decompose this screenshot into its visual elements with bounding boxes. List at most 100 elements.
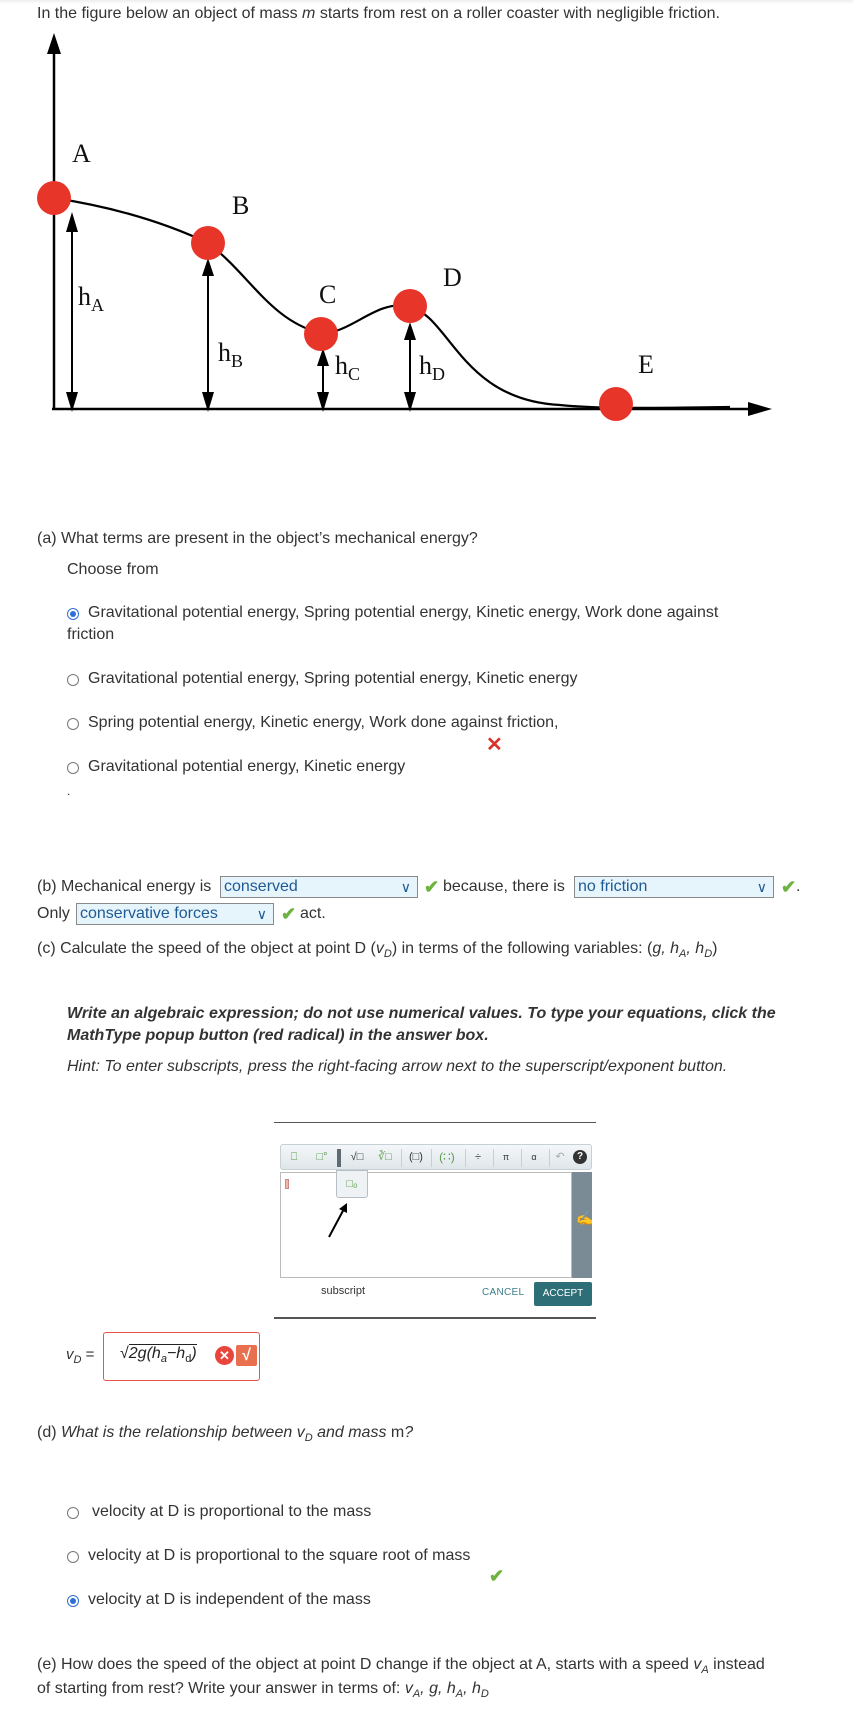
handwriting-toggle[interactable]: ✍	[572, 1172, 594, 1278]
chevron-down-icon: ∨	[256, 906, 267, 922]
x-axis-arrowhead	[748, 402, 772, 416]
pointer-arrow	[328, 1203, 347, 1238]
track-curve	[53, 196, 731, 409]
part-d-option-3-label[interactable]: velocity at D is independent of the mass	[88, 1591, 371, 1609]
part-c-vars: g, hA, hD	[652, 940, 713, 961]
part-d-option-3-radio[interactable]	[67, 1595, 79, 1607]
mass-var: m	[390, 1424, 405, 1441]
subscript-arrow-toggle[interactable]	[337, 1149, 341, 1167]
part-a-option-4-label[interactable]: Gravitational potential energy, Kinetic …	[88, 758, 405, 776]
part-d-question: (d) What is the relationship between vD …	[37, 1424, 413, 1444]
part-c-text-2: ) in terms of the following variables: (	[391, 940, 653, 957]
vd-answer-equals: =	[81, 1346, 95, 1363]
part-b-prefix: (b) Mechanical energy is	[37, 878, 212, 895]
part-a-option-2-label[interactable]: Gravitational potential energy, Spring p…	[88, 670, 577, 688]
mathtype-editor: ⎕ □° √□ ∛□ (□) (∷) ÷ π α ↶ ? subscript □…	[274, 1122, 596, 1319]
part-d-option-2-radio[interactable]	[67, 1551, 79, 1563]
label-c: C	[319, 280, 336, 309]
part-c-question: (c) Calculate the speed of the object at…	[37, 940, 718, 961]
part-e-vars: vA, g, hA, hD	[404, 1680, 489, 1701]
correct-check-icon: ✔	[489, 1566, 505, 1586]
part-e-question-line1: (e) How does the speed of the object at …	[37, 1656, 765, 1676]
vd-var: v	[375, 940, 384, 957]
cancel-button[interactable]: CANCEL	[482, 1287, 524, 1298]
chevron-down-icon: ∨	[400, 879, 411, 895]
part-b-middle: because, there is	[443, 878, 565, 895]
divider	[274, 1317, 596, 1319]
square-root-icon[interactable]: √□	[347, 1148, 367, 1166]
part-a-option-3-label[interactable]: Spring potential energy, Kinetic energy,…	[88, 714, 558, 732]
nth-root-icon[interactable]: ∛□	[375, 1148, 395, 1166]
part-a-option-2-radio[interactable]	[67, 674, 79, 686]
vd-sub: D	[304, 1432, 313, 1445]
ball-e	[599, 387, 633, 421]
vd-answer-expression: √2g(ha−hd)	[120, 1344, 197, 1366]
correct-check-icon: ✔	[424, 877, 440, 897]
forces-select[interactable]: conservative forces ∨	[76, 903, 274, 925]
part-b-period: .	[796, 878, 801, 895]
vd-answer-label: vD =	[66, 1346, 94, 1366]
y-axis-arrowhead	[47, 33, 61, 54]
label-a: A	[72, 139, 91, 168]
energy-status-select[interactable]: conserved ∨	[220, 876, 418, 898]
mathtype-radical-button[interactable]: √	[236, 1345, 257, 1366]
problem-intro: In the figure below an object of mass m …	[37, 5, 720, 23]
subscript-button[interactable]: □₀	[336, 1170, 368, 1198]
part-a-option-3-radio[interactable]	[67, 718, 79, 730]
part-a-option-1-label[interactable]: Gravitational potential energy, Spring p…	[88, 604, 718, 622]
part-d-option-2-label[interactable]: velocity at D is proportional to the squ…	[88, 1547, 470, 1565]
ball-d	[393, 289, 427, 323]
superscript-icon[interactable]: □°	[315, 1148, 329, 1166]
plus-minus-icon[interactable]: ÷	[471, 1148, 485, 1166]
help-icon[interactable]: ?	[573, 1150, 587, 1164]
label-hb: hB	[218, 338, 243, 371]
mathtype-input-area[interactable]: subscript	[280, 1172, 572, 1297]
subscript-annotation: subscript	[321, 1285, 366, 1297]
part-d-text-2: and mass	[312, 1424, 391, 1441]
vd-answer-var: v	[66, 1346, 74, 1363]
label-hc: hC	[335, 351, 360, 384]
vd-sub: D	[383, 948, 392, 961]
handwriting-icon: ✍	[576, 1210, 594, 1226]
intro-text-2: starts from rest on a roller coaster wit…	[315, 5, 720, 22]
part-a-option-1-label-cont[interactable]: friction	[67, 626, 114, 644]
part-c-instruction: Write an algebraic expression; do not us…	[67, 1005, 776, 1044]
ball-a	[37, 181, 71, 215]
reason-value: no friction	[578, 878, 648, 895]
fraction-icon[interactable]: ⎕	[287, 1148, 301, 1166]
roller-coaster-figure: A B C D E hA hB hC hD	[37, 33, 772, 421]
part-d-option-1-label[interactable]: velocity at D is proportional to the mas…	[92, 1503, 371, 1521]
label-b: B	[232, 191, 249, 220]
vd-var: v	[296, 1424, 305, 1441]
mathtype-toolbar: ⎕ □° √□ ∛□ (□) (∷) ÷ π α ↶ ?	[280, 1144, 592, 1170]
part-a-choose-from: Choose from	[67, 561, 159, 578]
part-a-option-1-radio[interactable]	[67, 608, 79, 620]
cursor-placeholder	[285, 1179, 289, 1189]
label-hd: hD	[419, 351, 445, 384]
part-a-option-4-radio[interactable]	[67, 762, 79, 774]
parentheses-icon[interactable]: (□)	[407, 1148, 425, 1166]
forces-value: conservative forces	[80, 905, 218, 922]
part-d-option-1-radio[interactable]	[67, 1507, 79, 1519]
accept-button[interactable]: ACCEPT	[534, 1282, 592, 1306]
matrix-icon[interactable]: (∷)	[435, 1148, 459, 1166]
part-d-prefix: (d)	[37, 1424, 61, 1441]
part-d-text: What is the relationship between	[61, 1424, 297, 1441]
intro-text-1: In the figure below an object of mass	[37, 5, 303, 22]
va-sub: A	[701, 1664, 709, 1677]
undo-icon[interactable]: ↶	[553, 1148, 567, 1166]
correct-check-icon: ✔	[781, 877, 797, 897]
pi-icon[interactable]: π	[499, 1148, 513, 1166]
correct-check-icon: ✔	[281, 904, 297, 924]
alpha-icon[interactable]: α	[527, 1148, 541, 1166]
vd-answer-box[interactable]: √2g(ha−hd) ✕ √	[103, 1332, 260, 1381]
part-b-act: act.	[300, 905, 326, 922]
incorrect-circle-icon: ✕	[215, 1346, 234, 1365]
part-e-text-2: instead	[708, 1656, 765, 1673]
incorrect-x-icon: ✕	[486, 734, 503, 756]
part-c-text-1: (c) Calculate the speed of the object at…	[37, 940, 376, 957]
intro-mass-var: m	[302, 5, 316, 22]
ball-c	[304, 317, 338, 351]
reason-select[interactable]: no friction ∨	[574, 876, 774, 898]
label-ha: hA	[78, 282, 104, 315]
